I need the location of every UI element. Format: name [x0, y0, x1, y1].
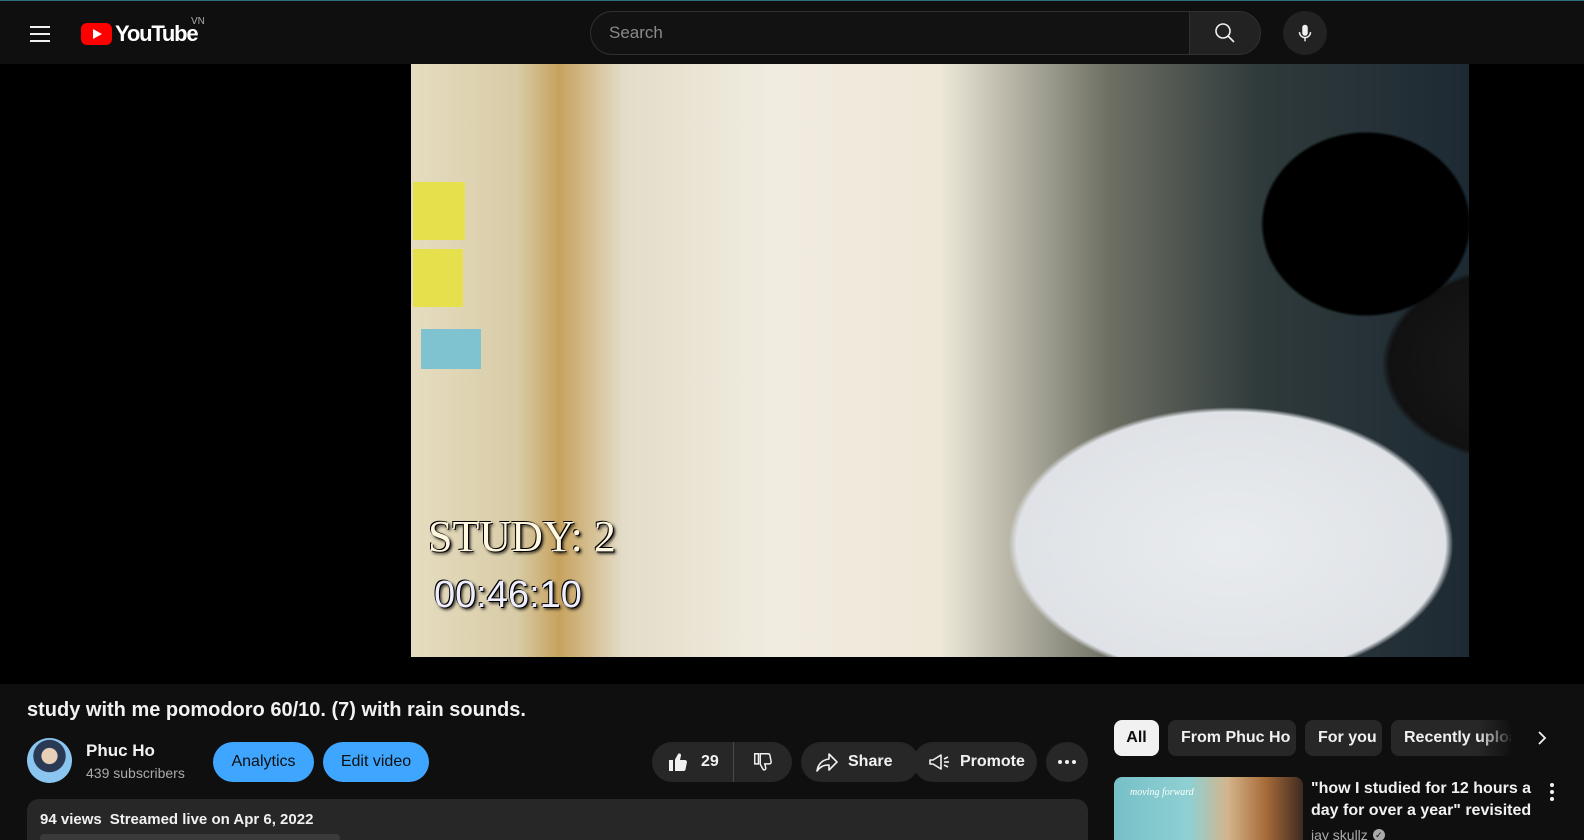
menu-icon[interactable] [24, 18, 56, 50]
share-label: Share [848, 753, 893, 770]
description-meta: 94 views Streamed live on Apr 6, 2022 [40, 811, 1075, 828]
youtube-logo[interactable]: YouTube [81, 21, 199, 47]
thumbs-down-icon [754, 753, 772, 771]
chip-next-button[interactable] [1524, 720, 1560, 756]
description-box[interactable]: 94 views Streamed live on Apr 6, 2022 [27, 799, 1088, 840]
chevron-right-icon [1538, 731, 1547, 745]
recommendation-channel-name: jay skullz [1311, 827, 1368, 840]
edit-video-button[interactable]: Edit video [323, 742, 429, 782]
masthead: YouTube VN [0, 0, 1584, 64]
logo-text: YouTube [115, 21, 199, 46]
subscriber-count: 439 subscribers [86, 765, 185, 781]
share-icon [816, 753, 838, 772]
country-code: VN [191, 16, 205, 27]
view-count: 94 views [40, 811, 102, 828]
promote-button[interactable]: Promote [913, 742, 1037, 782]
chip-all[interactable]: All [1114, 720, 1159, 756]
chip-for-you[interactable]: For you [1305, 720, 1382, 756]
channel-avatar[interactable] [27, 738, 72, 783]
megaphone-icon [929, 754, 949, 770]
promote-label: Promote [960, 753, 1025, 770]
thumbs-up-icon [669, 753, 687, 772]
description-text-cropped [40, 834, 340, 840]
search-icon [1215, 23, 1235, 43]
video-player[interactable]: STUDY: 2 00:46:10 [0, 64, 1584, 684]
sticky-note [421, 329, 481, 369]
study-overlay-text: STUDY: 2 [428, 512, 616, 561]
more-actions-button[interactable] [1046, 742, 1088, 782]
share-button[interactable]: Share [801, 742, 919, 782]
search-input[interactable] [609, 23, 1189, 43]
youtube-play-icon [81, 23, 112, 45]
recommendation-title[interactable]: "how I studied for 12 hours a day for ov… [1311, 778, 1533, 822]
like-button[interactable]: 29 [652, 742, 734, 782]
thumbnail-caption: moving forward [1130, 787, 1194, 798]
verified-icon: ✓ [1372, 829, 1385, 840]
more-horizontal-icon [1058, 760, 1076, 764]
timer-overlay-text: 00:46:10 [434, 574, 582, 616]
chip-from-channel[interactable]: From Phuc Ho [1168, 720, 1296, 756]
dislike-button[interactable] [734, 742, 792, 782]
video-frame[interactable]: STUDY: 2 00:46:10 [411, 64, 1469, 657]
sticky-note [413, 182, 465, 240]
analytics-button[interactable]: Analytics [213, 742, 314, 782]
sticky-note [413, 249, 463, 307]
recommendation-thumbnail[interactable]: moving forward [1114, 777, 1303, 840]
like-dislike-group: 29 [652, 742, 792, 782]
search-box [590, 11, 1189, 55]
voice-search-button[interactable] [1283, 11, 1327, 55]
microphone-icon [1298, 24, 1312, 42]
like-count: 29 [701, 753, 719, 770]
search-button[interactable] [1189, 11, 1261, 55]
stream-date: Streamed live on Apr 6, 2022 [109, 811, 314, 828]
recommendation-menu-icon[interactable] [1544, 780, 1560, 804]
recommendation-channel[interactable]: jay skullz ✓ [1311, 827, 1385, 840]
video-title: study with me pomodoro 60/10. (7) with r… [27, 699, 526, 721]
channel-name[interactable]: Phuc Ho [86, 741, 155, 761]
